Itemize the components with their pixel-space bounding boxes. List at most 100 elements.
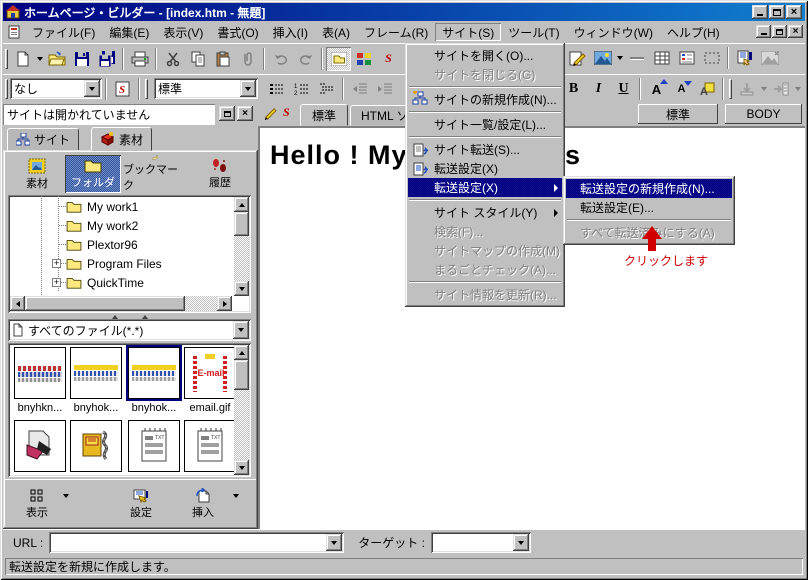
- tab-normal[interactable]: 標準: [300, 104, 348, 126]
- combo-dropdown-button[interactable]: [326, 534, 342, 551]
- new-page-button[interactable]: [10, 47, 35, 71]
- palette-view-button[interactable]: [351, 47, 376, 71]
- scroll-up-button[interactable]: [234, 197, 249, 212]
- view-mode-button[interactable]: 表示: [15, 484, 59, 524]
- insert-dropdown[interactable]: [233, 498, 239, 512]
- spell-view-button[interactable]: S: [376, 47, 401, 71]
- menu-window[interactable]: ウィンドウ(W): [567, 23, 660, 41]
- tree-vscrollbar[interactable]: [234, 197, 249, 296]
- insert-table-button[interactable]: [649, 46, 674, 70]
- combo-dropdown-button[interactable]: [233, 321, 249, 339]
- material-view-toggle[interactable]: [326, 47, 351, 71]
- undo-button[interactable]: [268, 47, 293, 71]
- insert-hr-button[interactable]: [624, 46, 649, 70]
- insert-image-button[interactable]: [590, 46, 615, 70]
- menu-edit[interactable]: 編集(E): [102, 23, 156, 41]
- menu-item-open-site[interactable]: サイトを開く(O)...: [408, 46, 562, 65]
- settings-button[interactable]: 設定: [117, 484, 165, 524]
- thumbnail-item[interactable]: [14, 347, 66, 399]
- font-grow-button[interactable]: A: [644, 77, 669, 101]
- bullet-list-button[interactable]: [264, 77, 289, 101]
- menu-frame[interactable]: フレーム(R): [357, 23, 435, 41]
- tool-bookmark-button[interactable]: ブックマーク: [123, 155, 187, 193]
- thumbnail-item[interactable]: TXT: [184, 420, 236, 472]
- folder-tree[interactable]: My work1 My work2 Plextor96 Program File…: [8, 195, 251, 313]
- edit-page-button[interactable]: [565, 46, 590, 70]
- font-color-button[interactable]: A: [694, 77, 719, 101]
- print-button[interactable]: [127, 47, 152, 71]
- menu-item-site-style[interactable]: サイト スタイル(Y): [408, 203, 562, 222]
- underline-button[interactable]: U: [611, 77, 636, 101]
- thumbnail-item[interactable]: [14, 420, 66, 472]
- insert-part-button[interactable]: [768, 77, 793, 101]
- scroll-up-button[interactable]: [234, 345, 249, 360]
- paste-button[interactable]: [210, 47, 235, 71]
- thumbnail-item[interactable]: TXT: [128, 420, 180, 472]
- tree-item-plextor96[interactable]: Plextor96: [59, 235, 138, 254]
- combo-dropdown-button[interactable]: [513, 534, 529, 551]
- toolbar-handle[interactable]: [145, 79, 148, 99]
- scroll-down-button[interactable]: [234, 281, 249, 296]
- title-bar[interactable]: ホームページ・ビルダー - [index.htm - 無題] ×: [3, 3, 805, 21]
- file-filter-combo[interactable]: すべてのファイル(*.*): [8, 319, 251, 341]
- open-button[interactable]: [44, 47, 69, 71]
- menu-site[interactable]: サイト(S): [435, 23, 501, 41]
- insert-button[interactable]: 挿入: [179, 484, 227, 524]
- style-combo[interactable]: なし: [10, 78, 102, 99]
- menu-help[interactable]: ヘルプ(H): [660, 23, 727, 41]
- panel-close-button[interactable]: ×: [237, 106, 253, 121]
- thumbnail-item[interactable]: [70, 420, 122, 472]
- insert-file-button[interactable]: [734, 77, 759, 101]
- copy-button[interactable]: [185, 47, 210, 71]
- scroll-left-button[interactable]: [10, 296, 25, 311]
- mdi-close-button[interactable]: ×: [788, 25, 803, 38]
- numbered-list-button[interactable]: 12: [289, 77, 314, 101]
- document-icon[interactable]: [7, 25, 21, 39]
- toolbar-handle[interactable]: [729, 79, 732, 99]
- font-shrink-button[interactable]: A: [669, 77, 694, 101]
- thumbnail-item-selected[interactable]: [128, 347, 180, 399]
- tree-item-quicktime[interactable]: QuickTime: [59, 273, 144, 292]
- save-all-button[interactable]: [94, 47, 119, 71]
- url-combo[interactable]: [49, 532, 344, 553]
- menu-insert[interactable]: 挿入(I): [266, 23, 315, 41]
- outdent-button[interactable]: [347, 77, 372, 101]
- thumbnail-item[interactable]: [70, 347, 122, 399]
- attach-button[interactable]: [235, 47, 260, 71]
- toolbar-handle[interactable]: [5, 79, 8, 99]
- thumbnail-list[interactable]: E-mail bnyhkn... bnyhok... bnyhok... ema…: [8, 343, 251, 477]
- view-mode-dropdown[interactable]: [63, 498, 69, 512]
- tree-item-program-files[interactable]: Program Files: [59, 254, 162, 273]
- new-page-dropdown[interactable]: [35, 57, 44, 61]
- mdi-minimize-button[interactable]: [756, 25, 771, 38]
- vertical-scrollbar-thumb[interactable]: [234, 212, 249, 236]
- menu-item-site-transfer[interactable]: サイト転送(S)...: [408, 140, 562, 159]
- cut-button[interactable]: [160, 47, 185, 71]
- redo-button[interactable]: [293, 47, 318, 71]
- submenu-item-transfer-settings[interactable]: 転送設定(E)...: [566, 198, 732, 217]
- combo-dropdown-button[interactable]: [84, 80, 100, 97]
- menu-item-new-site[interactable]: サイトの新規作成(N)...: [408, 90, 562, 109]
- combo-dropdown-button[interactable]: [240, 80, 256, 97]
- spell-check-button[interactable]: S: [110, 77, 135, 101]
- menu-tools[interactable]: ツール(T): [501, 23, 566, 41]
- toolbar-handle[interactable]: [5, 49, 8, 69]
- tool-history-button[interactable]: 履歴: [191, 155, 249, 193]
- tree-expand-button[interactable]: +: [52, 259, 61, 268]
- insert-image-dropdown[interactable]: [615, 56, 624, 60]
- tab-html-source[interactable]: HTML ソース: [350, 105, 412, 126]
- restore-button[interactable]: [769, 5, 785, 19]
- menu-file[interactable]: ファイル(F): [25, 23, 102, 41]
- panel-float-button[interactable]: [219, 106, 235, 121]
- spell-s-icon[interactable]: S: [283, 105, 290, 120]
- thumbnail-vscrollbar[interactable]: [234, 345, 249, 475]
- menu-view[interactable]: 表示(V): [156, 23, 210, 41]
- minimize-button[interactable]: [752, 5, 768, 19]
- menu-item-page-transfer[interactable]: 転送設定(X): [408, 159, 562, 178]
- insert-marquee-button[interactable]: [699, 46, 724, 70]
- tree-item-my-work2[interactable]: My work2: [59, 216, 138, 235]
- save-button[interactable]: [69, 47, 94, 71]
- image-map-button[interactable]: [757, 46, 782, 70]
- menu-item-site-list-settings[interactable]: サイト一覧/設定(L)...: [408, 115, 562, 134]
- menu-table[interactable]: 表(A): [315, 23, 357, 41]
